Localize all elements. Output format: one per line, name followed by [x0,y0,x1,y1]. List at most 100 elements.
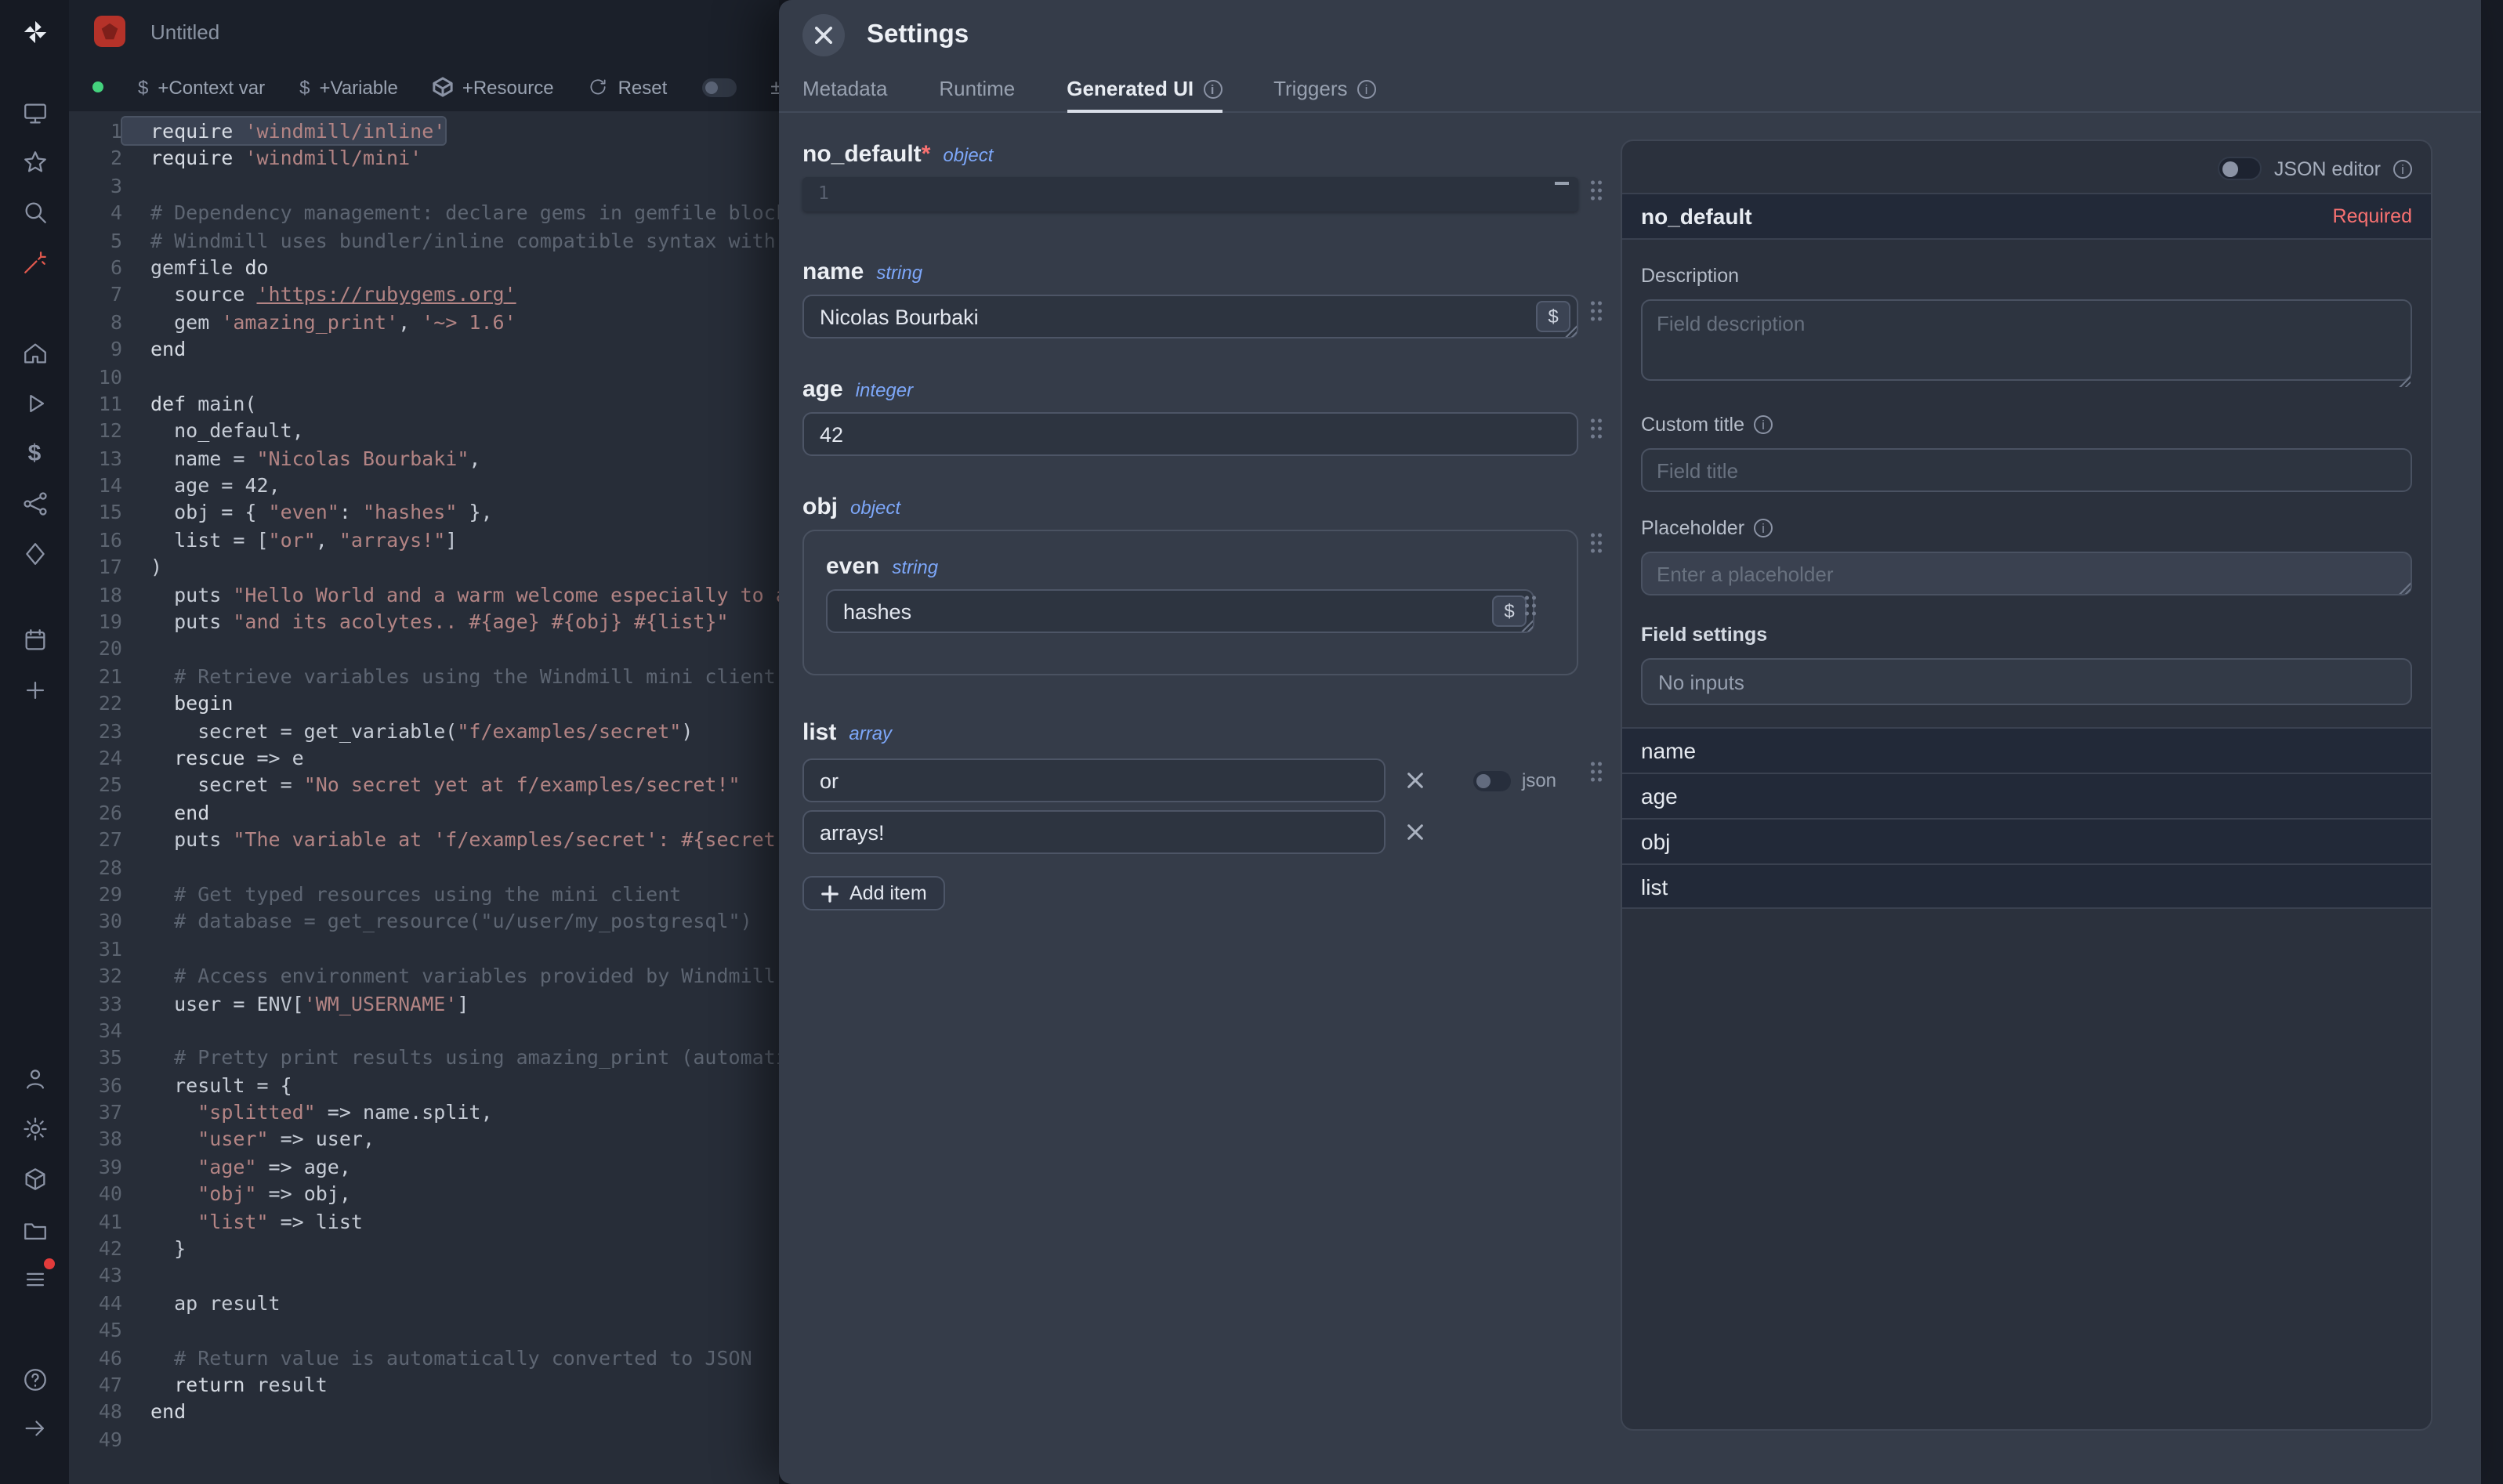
code-line[interactable]: 30 # database = get_resource("u/user/my_… [69,908,779,936]
script-title[interactable]: Untitled [150,20,219,43]
code-line[interactable]: 21 # Retrieve variables using the Windmi… [69,663,779,690]
code-line[interactable]: 11def main( [69,390,779,418]
code-line[interactable]: 18 puts "Hello World and a warm welcome … [69,581,779,608]
code-line[interactable]: 4# Dependency management: declare gems i… [69,199,779,226]
age-input[interactable] [802,412,1578,456]
tab-generated-ui[interactable]: Generated UI i [1067,69,1222,111]
code-line[interactable]: 41 "list" => list [69,1207,779,1235]
code-line[interactable]: 23 secret = get_variable("f/examples/sec… [69,717,779,744]
code-line[interactable]: 40 "obj" => obj, [69,1180,779,1207]
inspector-field-row-name[interactable]: name [1622,727,2431,773]
json-editor-toggle[interactable] [2218,157,2262,180]
code-line[interactable]: 15 obj = { "even": "hashes" }, [69,499,779,527]
code-line[interactable]: 20 [69,635,779,663]
inspector-field-row-list[interactable]: list [1622,863,2431,909]
code-line[interactable]: 49 [69,1426,779,1453]
code-line[interactable]: 1require 'windmill/inline' [69,118,779,145]
code-line[interactable]: 9end [69,335,779,363]
drag-handle-icon[interactable] [1589,760,1603,784]
code-line[interactable]: 3 [69,172,779,200]
custom-title-input[interactable] [1641,448,2412,492]
even-input[interactable] [826,589,1534,633]
code-line[interactable]: 34 [69,1017,779,1044]
code-line[interactable]: 19 puts "and its acolytes.. #{age} #{obj… [69,608,779,635]
code-line[interactable]: 8 gem 'amazing_print', '~> 1.6' [69,308,779,335]
code-line[interactable]: 39 "age" => age, [69,1153,779,1181]
drag-handle-icon[interactable] [1589,531,1603,555]
code-line[interactable]: 45 [69,1316,779,1344]
collapse-arrow-icon[interactable] [17,1410,52,1445]
code-line[interactable]: 32 # Access environment variables provid… [69,962,779,990]
code-line[interactable]: 27 puts "The variable at 'f/examples/sec… [69,826,779,853]
home-icon[interactable] [17,335,52,370]
code-line[interactable]: 5# Windmill uses bundler/inline compatib… [69,226,779,254]
name-input[interactable] [802,295,1578,338]
placeholder-input[interactable] [1641,552,2412,595]
inspector-field-row-age[interactable]: age [1622,773,2431,818]
schedules-calendar-icon[interactable] [17,622,52,657]
remove-item-icon[interactable] [1401,766,1429,794]
code-line[interactable]: 24 rescue => e [69,744,779,772]
insert-variable-dollar-button[interactable]: $ [1492,595,1527,627]
code-line[interactable]: 10 [69,363,779,390]
code-line[interactable]: 7 source 'https://rubygems.org' [69,281,779,309]
code-line[interactable]: 29 # Get typed resources using the mini … [69,881,779,908]
list-item-input[interactable] [802,758,1386,802]
code-line[interactable]: 35 # Pretty print results using amazing_… [69,1044,779,1072]
diff-toggle[interactable] [701,78,736,96]
add-plus-icon[interactable] [17,672,52,707]
add-resource-button[interactable]: +Resource [433,76,554,98]
code-line[interactable]: 31 [69,935,779,962]
no-default-json-input[interactable]: 1 [802,177,1578,212]
code-line[interactable]: 36 result = { [69,1071,779,1099]
ai-wand-icon[interactable] [17,244,52,279]
drag-handle-icon[interactable] [1589,299,1603,323]
code-line[interactable]: 16 list = ["or", "arrays!"] [69,527,779,554]
assets-diamond-icon[interactable] [17,536,52,570]
code-line[interactable]: 37 "splitted" => name.split, [69,1099,779,1126]
add-variable-button[interactable]: $ +Variable [299,76,398,98]
user-icon[interactable] [17,1061,52,1095]
code-line[interactable]: 25 secret = "No secret yet at f/examples… [69,772,779,799]
code-line[interactable]: 46 # Return value is automatically conve… [69,1344,779,1371]
workers-cube-icon[interactable] [17,1161,52,1196]
code-line[interactable]: 47 return result [69,1371,779,1399]
inspector-selected-field-row[interactable]: no_default Required [1622,193,2431,240]
code-line[interactable]: 2require 'windmill/mini' [69,145,779,172]
logs-list-icon[interactable] [17,1261,52,1296]
code-line[interactable]: 28 [69,853,779,881]
code-line[interactable]: 22 begin [69,690,779,717]
tab-runtime[interactable]: Runtime [939,69,1015,111]
drag-handle-icon[interactable] [1589,417,1603,440]
code-line[interactable]: 14 age = 42, [69,472,779,499]
tab-triggers[interactable]: Triggers i [1273,69,1375,111]
settings-gear-icon[interactable] [17,1111,52,1146]
description-textarea[interactable] [1641,299,2412,381]
plus-minus-icon[interactable]: ± [770,75,779,99]
inspector-field-row-obj[interactable]: obj [1622,818,2431,863]
code-line[interactable]: 12 no_default, [69,418,779,445]
dashboard-icon[interactable] [17,96,52,130]
code-line[interactable]: 17) [69,554,779,581]
runs-play-icon[interactable] [17,385,52,420]
code-line[interactable]: 33 user = ENV['WM_USERNAME'] [69,990,779,1017]
help-icon[interactable] [17,1362,52,1396]
favorites-star-icon[interactable] [17,144,52,179]
code-line[interactable]: 48end [69,1399,779,1426]
search-icon[interactable] [17,194,52,229]
code-line[interactable]: 44 ap result [69,1290,779,1317]
code-line[interactable]: 43 [69,1262,779,1290]
code-line[interactable]: 42 } [69,1235,779,1262]
drag-handle-icon[interactable] [1523,594,1538,617]
remove-item-icon[interactable] [1401,818,1429,846]
variables-dollar-icon[interactable]: $ [17,436,52,470]
drag-handle-icon[interactable] [1589,179,1603,202]
json-mode-toggle[interactable] [1473,770,1511,791]
list-item-input[interactable] [802,810,1386,854]
resources-graph-icon[interactable] [17,486,52,520]
code-line[interactable]: 6gemfile do [69,254,779,281]
folders-icon[interactable] [17,1213,52,1247]
code-line[interactable]: 13 name = "Nicolas Bourbaki", [69,444,779,472]
insert-variable-dollar-button[interactable]: $ [1536,301,1570,332]
add-context-var-button[interactable]: $ +Context var [138,76,265,98]
